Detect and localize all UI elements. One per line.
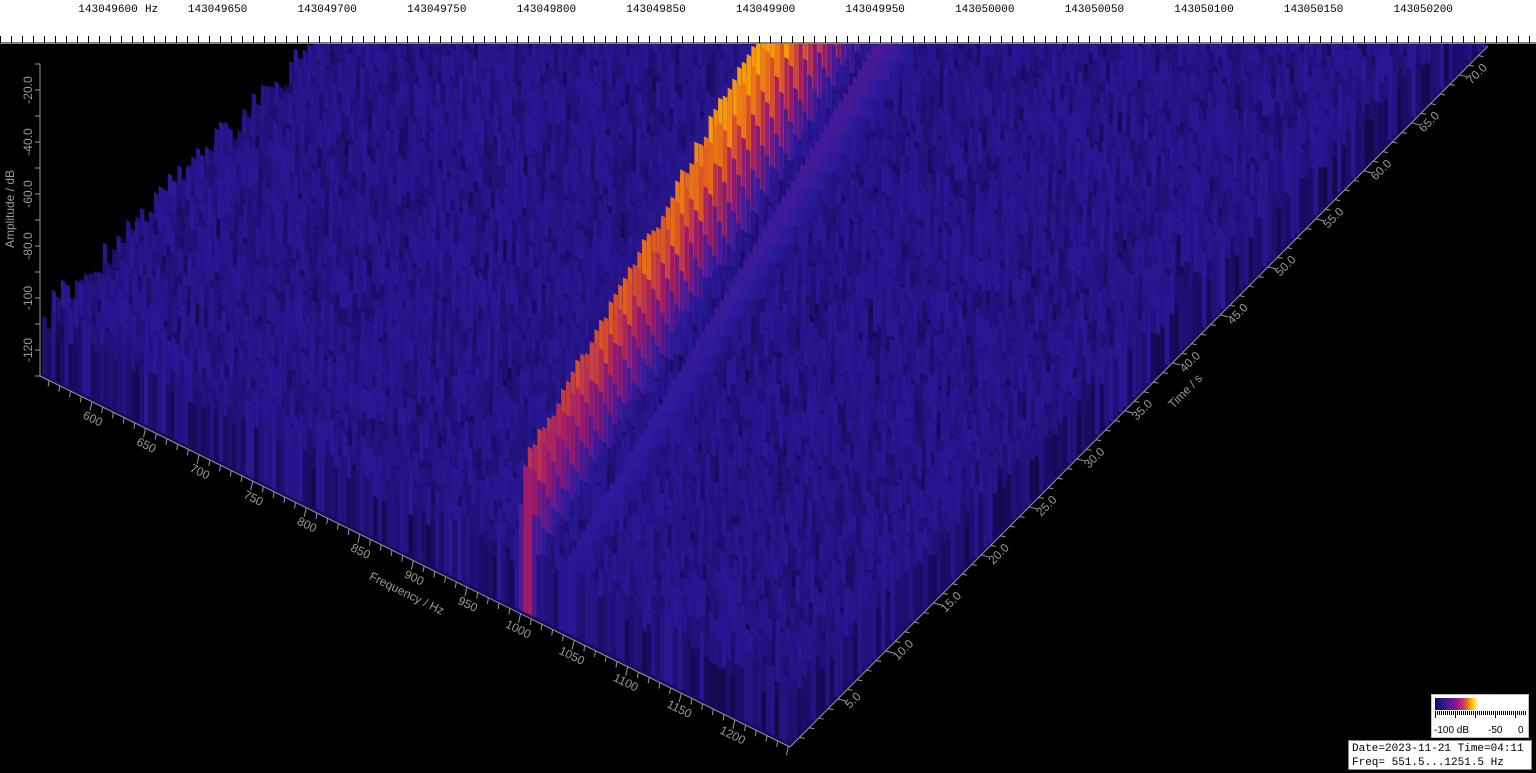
ruler-label: 143050150	[1284, 4, 1343, 16]
frequency-ruler-svg: 143049600 Hz 143049650 143049700 143049750 14…	[0, 4, 1536, 44]
ruler-label: 143049700	[297, 4, 356, 16]
surface-cell	[1430, 44, 1435, 100]
ruler-label: 143049750	[407, 4, 466, 16]
surface-cell	[1369, 118, 1374, 161]
surface-cell	[1444, 44, 1449, 86]
ruler-label: 143049650	[188, 4, 247, 16]
surface-cell	[1420, 64, 1426, 110]
waterfall-surface	[40, 44, 1488, 747]
surface-cell	[1471, 44, 1477, 58]
ruler-unit: Hz	[145, 4, 158, 16]
surface-cell	[1453, 44, 1458, 77]
surface-cell	[1355, 121, 1361, 175]
surface-cell	[1397, 90, 1402, 133]
surface-cell	[1402, 75, 1407, 128]
ruler-label: 143049800	[517, 4, 576, 16]
surface-cell	[1364, 121, 1370, 166]
surface-cell	[1378, 102, 1384, 152]
surface-cell	[1462, 44, 1468, 68]
surface-cell	[1439, 44, 1444, 91]
surface-cell	[1434, 44, 1440, 96]
surface-cell	[1425, 62, 1430, 105]
surface-cell	[1374, 100, 1379, 156]
waterfall-plot: -20.0-40.0-60.0-80.0-100-120Amplitude / …	[3, 44, 1490, 756]
surface-cell	[1392, 70, 1398, 138]
ruler-label: 143050050	[1065, 4, 1124, 16]
ruler-label: 143049600	[78, 4, 137, 16]
surface-cell	[1467, 44, 1472, 63]
frequency-ruler: 143049600 Hz 143049650 143049700 143049750 14…	[0, 0, 1536, 44]
surface-cell	[1411, 44, 1416, 119]
surface-cell	[1360, 111, 1365, 170]
surface-cell	[1457, 44, 1463, 72]
surface-cell	[1383, 97, 1388, 147]
ruler-label: 143050200	[1393, 4, 1452, 16]
ruler-label: 143049950	[845, 4, 904, 16]
surface-cell	[1388, 67, 1393, 142]
surface-cell	[1416, 57, 1421, 114]
ruler-label: 143050100	[1174, 4, 1233, 16]
surface-cell	[1406, 67, 1412, 124]
ruler-label: 143050000	[955, 4, 1014, 16]
ruler-label: 143049900	[736, 4, 795, 16]
ruler-label: 143049850	[626, 4, 685, 16]
surface-cell	[1448, 44, 1454, 82]
